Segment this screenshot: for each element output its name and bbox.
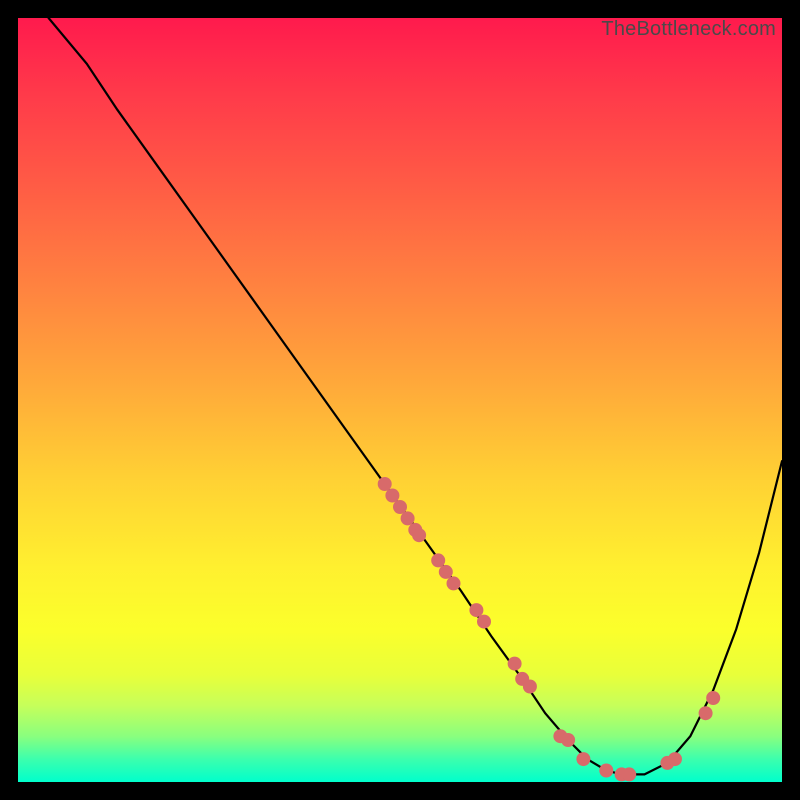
data-point: [401, 511, 415, 525]
data-point: [447, 576, 461, 590]
data-point: [622, 767, 636, 781]
data-point: [378, 477, 392, 491]
plot-svg: [18, 18, 782, 782]
data-point: [439, 565, 453, 579]
watermark-text: TheBottleneck.com: [601, 18, 776, 41]
chart-canvas: TheBottleneck.com: [18, 18, 782, 782]
data-point: [469, 603, 483, 617]
data-point: [385, 489, 399, 503]
data-point: [699, 706, 713, 720]
data-point: [412, 528, 426, 542]
bottleneck-curve: [49, 18, 782, 774]
data-point: [576, 752, 590, 766]
data-point: [477, 615, 491, 629]
data-point: [431, 553, 445, 567]
data-point: [393, 500, 407, 514]
data-point: [599, 764, 613, 778]
data-point: [561, 733, 575, 747]
data-points-group: [378, 477, 721, 781]
data-point: [668, 752, 682, 766]
data-point: [523, 680, 537, 694]
data-point: [508, 657, 522, 671]
data-point: [706, 691, 720, 705]
